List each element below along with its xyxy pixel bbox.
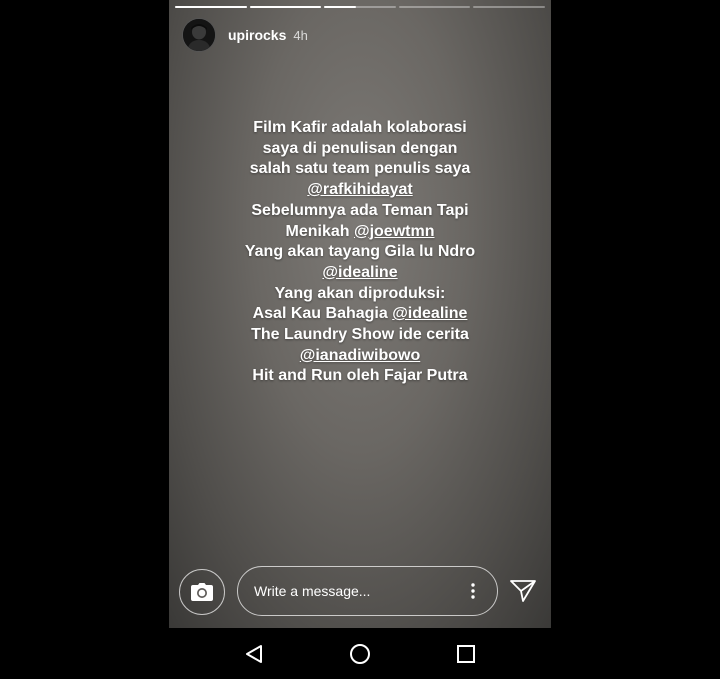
story-text-line: salah satu team penulis saya [169,159,551,180]
back-button[interactable] [242,642,266,666]
story-text-line: @ianadiwibowo [169,346,551,367]
story-progress-bars [175,6,545,9]
story-text-span: Film Kafir adalah kolaborasi [253,119,467,136]
story-header: upirocks 4h [182,18,308,52]
story-text-line: Hit and Run oleh Fajar Putra [169,366,551,387]
story-progress-fill [324,6,357,8]
story-screen[interactable]: upirocks 4h Film Kafir adalah kolaborasi… [169,0,551,628]
home-button[interactable] [348,642,372,666]
story-text-span: Yang akan tayang Gila lu Ndro [244,243,476,261]
camera-button[interactable] [179,569,225,615]
recents-icon [457,645,475,663]
android-nav-bar [169,628,551,679]
story-text-line: saya di penulisan dengan [169,139,551,160]
mention-link[interactable]: @ianadiwibowo [300,347,421,364]
more-vertical-icon[interactable] [463,579,483,603]
avatar[interactable] [182,18,216,52]
story-text-span: Yang akan diproduksi: [274,284,446,302]
story-text-line: @rafkihidayat [169,180,551,201]
story-text-line: Yang akan tayang Gila lu Ndro [169,242,551,263]
story-text-span: Hit and Run oleh Fajar Putra [252,367,468,385]
message-input[interactable]: Write a message... [237,566,498,616]
story-text-span: Asal Kau Bahagia [252,305,393,323]
mention-link[interactable]: @idealine [392,305,467,322]
story-progress-segment [175,6,247,8]
send-button[interactable] [508,576,538,606]
story-text-line: Asal Kau Bahagia @idealine [169,304,551,325]
mention-link[interactable]: @idealine [322,264,397,281]
story-text-line: @idealine [169,263,551,284]
story-text: Film Kafir adalah kolaborasi saya di penu… [169,118,551,387]
story-text-span: saya di penulisan dengan [262,139,458,157]
story-progress-segment [398,6,471,8]
back-icon [246,645,262,663]
story-text-line: Menikah @joewtmn [169,222,551,243]
camera-icon [191,583,213,601]
username[interactable]: upirocks [228,27,286,43]
story-text-span: salah satu team penulis saya [249,160,471,178]
story-progress-segment [249,6,322,8]
mention-link[interactable]: @rafkihidayat [307,181,412,198]
story-progress-segment [473,6,545,8]
story-text-span: Sebelumnya ada Teman Tapi [251,201,469,219]
recents-button[interactable] [454,642,478,666]
story-progress-fill [249,6,322,8]
message-placeholder: Write a message... [254,583,371,599]
story-text-span: The Laundry Show ide cerita [251,326,469,344]
story-progress-segment [324,6,396,8]
post-time: 4h [293,27,308,43]
mention-link[interactable]: @joewtmn [354,223,435,240]
story-text-line: Yang akan diproduksi: [169,284,551,305]
story-progress-fill [175,6,247,8]
send-icon [510,580,536,602]
story-text-line: The Laundry Show ide cerita [169,325,551,346]
home-icon [350,644,370,664]
story-text-span: Menikah [285,222,354,240]
story-text-line: Film Kafir adalah kolaborasi [169,118,551,139]
avatar-image [183,19,215,51]
story-text-line: Sebelumnya ada Teman Tapi [169,201,551,222]
